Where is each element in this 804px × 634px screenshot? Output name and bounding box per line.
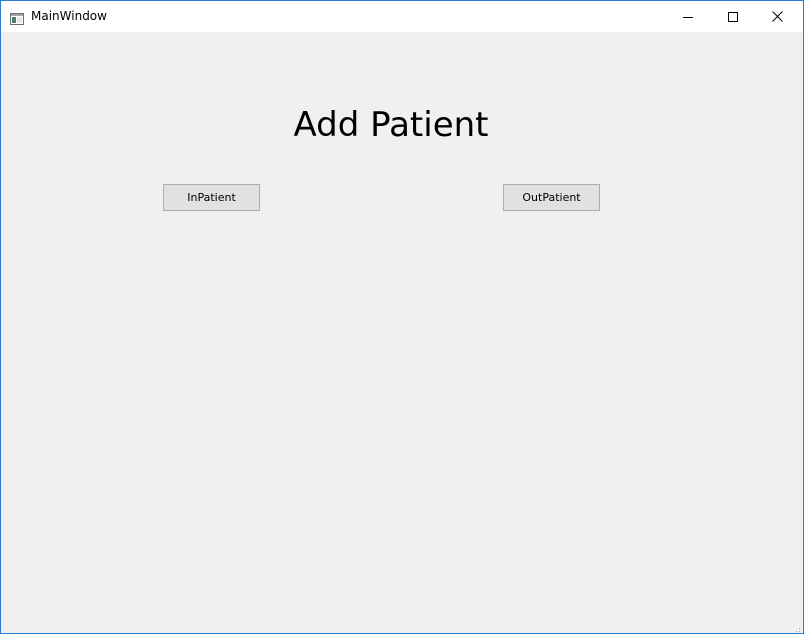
outpatient-button[interactable]: OutPatient (503, 184, 600, 211)
inpatient-button[interactable]: InPatient (163, 184, 260, 211)
main-window: MainWindow Add Patient InPatient OutPati… (0, 0, 804, 634)
size-grip-icon[interactable] (791, 621, 801, 632)
close-button[interactable] (755, 1, 800, 32)
close-icon (772, 11, 783, 22)
window-title: MainWindow (31, 9, 107, 23)
inpatient-button-label: InPatient (187, 191, 236, 204)
outpatient-button-label: OutPatient (522, 191, 581, 204)
minimize-button[interactable] (665, 1, 710, 32)
maximize-icon (727, 11, 738, 22)
page-title: Add Patient (293, 105, 489, 145)
client-area: Add Patient InPatient OutPatient (1, 32, 803, 633)
minimize-icon (682, 12, 693, 22)
title-bar[interactable]: MainWindow (1, 1, 803, 32)
maximize-button[interactable] (710, 1, 755, 32)
app-window-icon (10, 10, 24, 25)
